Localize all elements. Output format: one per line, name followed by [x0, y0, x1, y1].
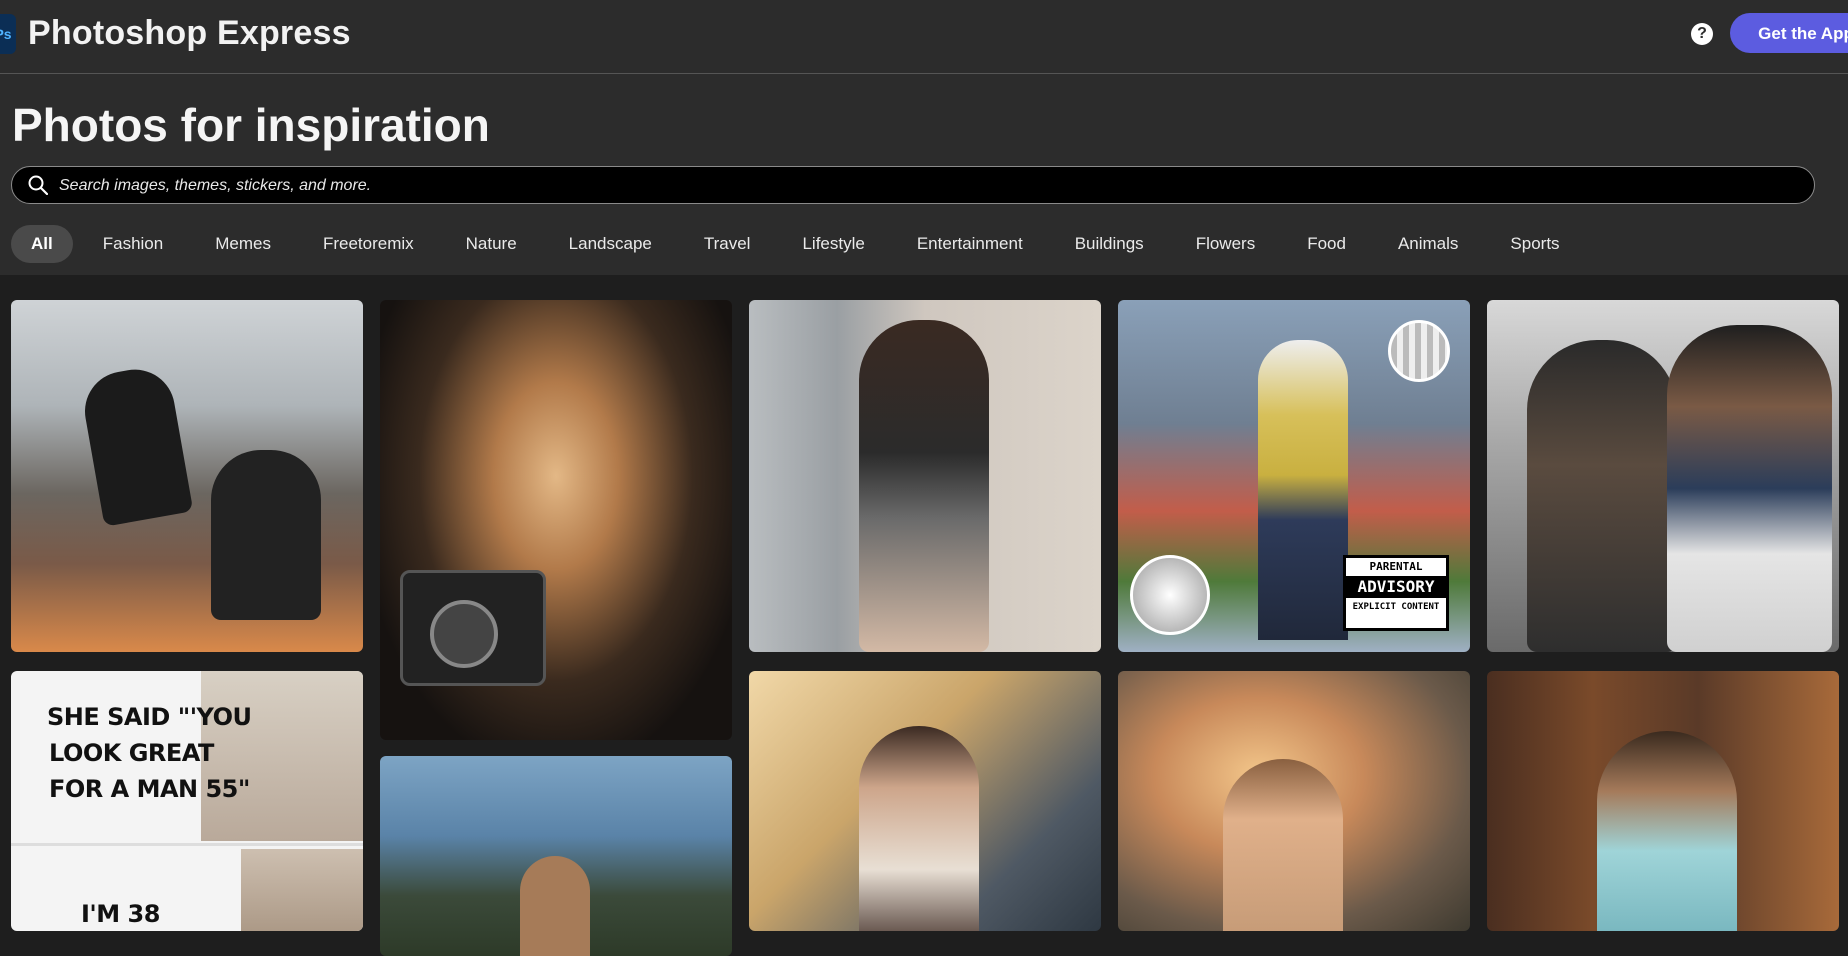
tab-sports[interactable]: Sports: [1490, 225, 1579, 263]
tab-food[interactable]: Food: [1287, 225, 1366, 263]
photo-tile[interactable]: [749, 300, 1101, 652]
tab-animals[interactable]: Animals: [1378, 225, 1478, 263]
photo-figure: [520, 856, 590, 956]
meme-divider: [11, 843, 363, 846]
photo-figure: [1223, 759, 1343, 931]
meme-caption-line: FOR A MAN 55": [49, 775, 250, 803]
photo-figure: [1258, 340, 1348, 640]
tab-freetoremix[interactable]: Freetoremix: [303, 225, 434, 263]
top-bar: Ps Photoshop Express ? Get the App: [0, 0, 1848, 74]
photo-tile[interactable]: [1487, 300, 1839, 652]
hero-section: Photos for inspiration All Fashion Memes…: [0, 74, 1848, 275]
sticker-text: ADVISORY: [1346, 576, 1446, 598]
help-icon[interactable]: ?: [1691, 23, 1713, 45]
parental-advisory-sticker: PARENTAL ADVISORY EXPLICIT CONTENT: [1343, 555, 1449, 631]
photo-tile[interactable]: [749, 671, 1101, 931]
photo-tile[interactable]: [1118, 671, 1470, 931]
photo-figure: [1597, 731, 1737, 931]
photo-figure: [859, 726, 979, 931]
photo-figure: [78, 363, 194, 527]
photo-tile[interactable]: [380, 300, 732, 740]
photoshop-logo-icon[interactable]: Ps: [0, 14, 16, 54]
search-bar[interactable]: [11, 166, 1815, 205]
meme-caption-line: SHE SAID "'YOU: [47, 703, 252, 731]
tab-flowers[interactable]: Flowers: [1176, 225, 1276, 263]
search-input[interactable]: [57, 167, 1761, 205]
diamond-sticker: [1130, 555, 1210, 635]
app-title[interactable]: Photoshop Express: [28, 14, 351, 53]
tab-memes[interactable]: Memes: [195, 225, 291, 263]
tab-landscape[interactable]: Landscape: [549, 225, 672, 263]
meme-caption-line: LOOK GREAT: [49, 739, 214, 767]
camera-lens: [430, 600, 498, 668]
page-title: Photos for inspiration: [12, 99, 490, 151]
photo-tile[interactable]: [380, 756, 732, 956]
sticker-text: PARENTAL: [1369, 560, 1423, 573]
meme-caption-line: I'M 38: [81, 900, 160, 928]
tab-buildings[interactable]: Buildings: [1055, 225, 1164, 263]
get-the-app-button[interactable]: Get the App: [1730, 13, 1848, 53]
sticker-text: EXPLICIT CONTENT: [1352, 602, 1440, 612]
photo-tile[interactable]: [1487, 671, 1839, 931]
photo-figure: [1667, 325, 1832, 652]
meme-tile[interactable]: SHE SAID "'YOU LOOK GREAT FOR A MAN 55" …: [11, 671, 363, 931]
photo-figure: [211, 450, 321, 620]
photo-tile[interactable]: PARENTAL ADVISORY EXPLICIT CONTENT: [1118, 300, 1470, 652]
tab-nature[interactable]: Nature: [446, 225, 537, 263]
photo-figure: [859, 320, 989, 652]
tab-all[interactable]: All: [11, 225, 73, 263]
photo-grid: SHE SAID "'YOU LOOK GREAT FOR A MAN 55" …: [0, 275, 1848, 956]
tab-lifestyle[interactable]: Lifestyle: [782, 225, 884, 263]
photo-tile[interactable]: [11, 300, 363, 652]
tab-entertainment[interactable]: Entertainment: [897, 225, 1043, 263]
tab-travel[interactable]: Travel: [684, 225, 771, 263]
search-icon: [28, 175, 48, 195]
disco-ball-sticker: [1388, 320, 1450, 382]
photo-figure: [1527, 340, 1677, 652]
tab-fashion[interactable]: Fashion: [83, 225, 183, 263]
meme-photo: [201, 671, 363, 841]
category-tabs: All Fashion Memes Freetoremix Nature Lan…: [11, 224, 1592, 264]
